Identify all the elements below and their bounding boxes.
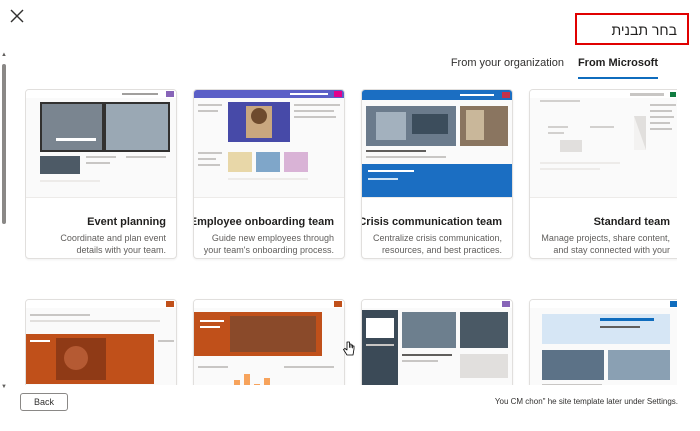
vertical-scrollbar[interactable]: ▲ ▼ (0, 52, 8, 390)
template-card-row2-2[interactable] (361, 299, 513, 385)
scroll-down-arrow-icon[interactable]: ▼ (1, 384, 7, 390)
template-preview (26, 90, 176, 198)
template-card-employee-onboarding[interactable]: Employee onboarding team Guide new emplo… (193, 89, 345, 259)
template-preview (362, 90, 512, 198)
template-card-crisis-communication[interactable]: Crisis communication team Centralize cri… (361, 89, 513, 259)
hand-cursor-icon (343, 341, 355, 356)
template-card-row2-3[interactable] (193, 299, 345, 385)
source-tabs: From Microsoft From your organization (451, 57, 659, 79)
tab-from-organization[interactable]: From your organization (451, 57, 564, 79)
template-preview (26, 300, 176, 385)
close-icon (10, 9, 24, 23)
dialog-title-highlight: בחר תבנית (575, 13, 689, 45)
template-title: Event planning (87, 216, 166, 228)
template-preview (194, 300, 344, 385)
template-preview (362, 300, 512, 385)
template-preview (530, 300, 677, 385)
back-button[interactable]: Back (20, 393, 68, 411)
template-title: Standard team (593, 216, 670, 228)
template-card-row2-4[interactable] (25, 299, 177, 385)
close-button[interactable] (8, 7, 26, 25)
template-title: Crisis communication team (361, 216, 502, 228)
dialog-title: בחר תבנית (611, 22, 677, 38)
scroll-up-arrow-icon[interactable]: ▲ (1, 52, 7, 58)
template-preview (194, 90, 344, 198)
template-card-event-planning[interactable]: Event planning Coordinate and plan event… (25, 89, 177, 259)
template-description: Centralize crisis communication, resourc… (372, 233, 502, 255)
footer-note: You CM chon" he site template later unde… (494, 397, 678, 406)
template-preview (530, 90, 677, 198)
template-picker-dialog: בחר תבנית From Microsoft From your organ… (0, 0, 700, 431)
template-description: Coordinate and plan event details with y… (60, 233, 166, 255)
template-description: Guide new employees through your team's … (203, 233, 334, 255)
template-card-row2-1[interactable] (529, 299, 677, 385)
tab-from-microsoft[interactable]: From Microsoft (577, 57, 659, 79)
dialog-footer: Back You CM chon" he site template later… (0, 391, 700, 431)
template-description: Manage projects, share content, and stay… (541, 233, 670, 258)
scroll-thumb[interactable] (2, 64, 6, 224)
template-card-standard-team[interactable]: Standard team Manage projects, share con… (529, 89, 677, 259)
template-title: Employee onboarding team (193, 216, 334, 228)
